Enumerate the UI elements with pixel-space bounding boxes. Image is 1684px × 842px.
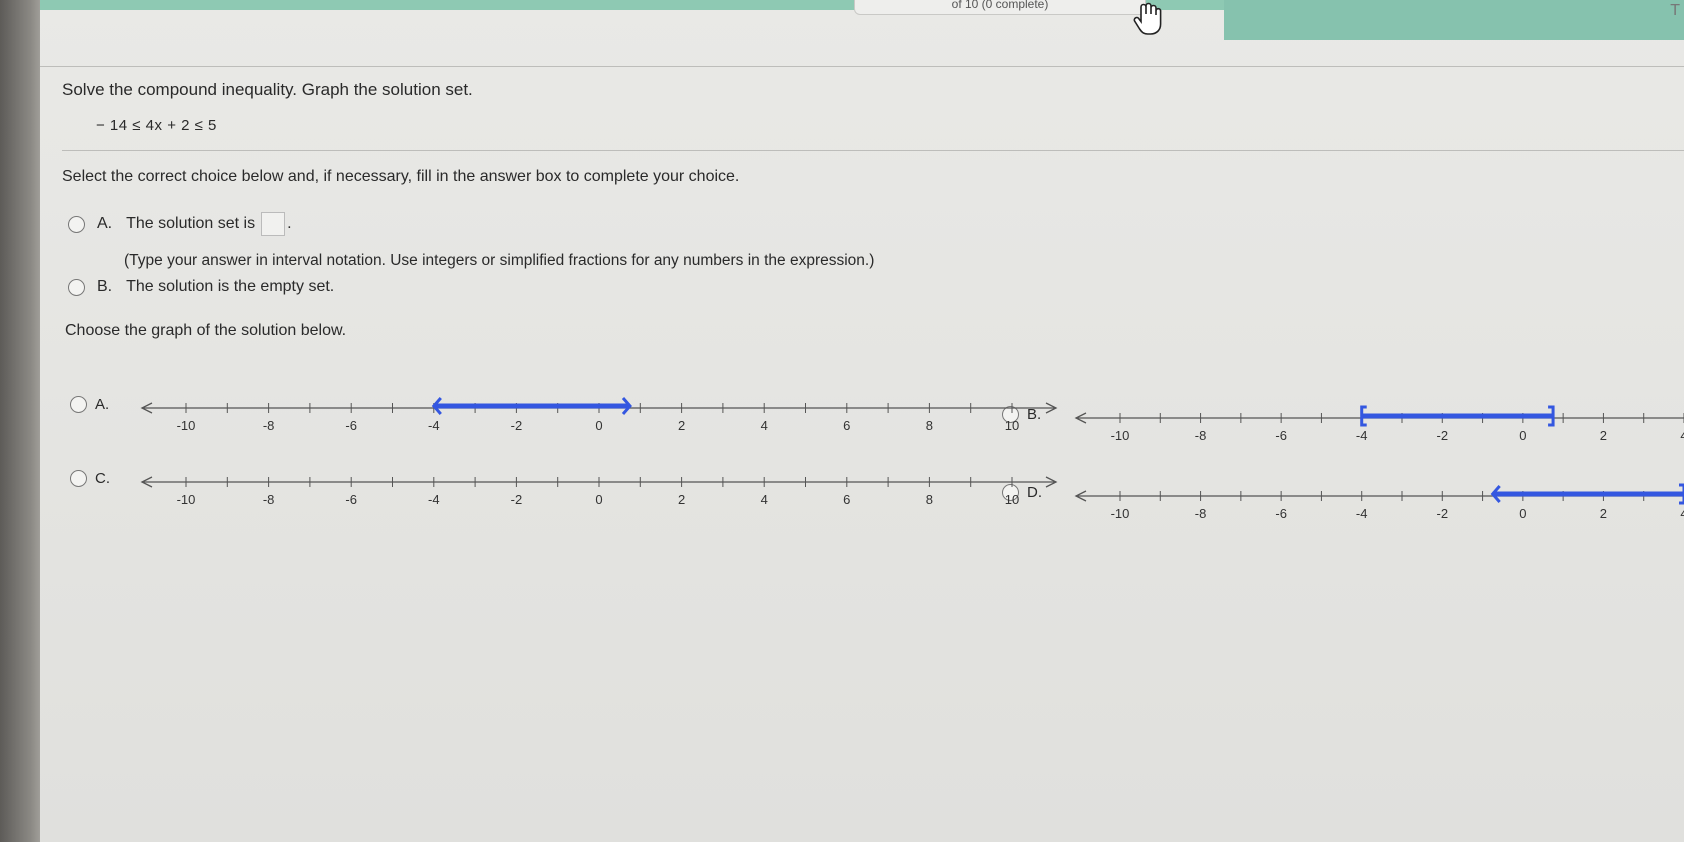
choice-a-text: The solution set is: [126, 215, 256, 232]
tick-label: -2: [1437, 506, 1449, 521]
tick-label: 4: [1680, 506, 1684, 521]
tick-label: -6: [1275, 506, 1287, 521]
tick-label: -10: [177, 418, 196, 433]
tick-label: -8: [1195, 428, 1207, 443]
graph-option-c-letter: C.: [95, 470, 110, 487]
tick-label: 0: [595, 418, 602, 433]
tick-label: -6: [1275, 428, 1287, 443]
choice-a-radio[interactable]: [68, 215, 85, 233]
graph-option-c-radio[interactable]: [70, 470, 87, 487]
tick-label: 0: [1519, 428, 1526, 443]
tick-label: 4: [761, 418, 768, 433]
number-line-d: -10 -8 -6 -4 -2 0 2 4: [1074, 483, 1684, 521]
tick-label: -8: [263, 418, 275, 433]
tick-label: -4: [1356, 428, 1368, 443]
tick-label: -10: [1111, 506, 1130, 521]
tick-label: -2: [511, 418, 523, 433]
interval-notation-hint: (Type your answer in interval notation. …: [124, 252, 875, 269]
tick-label: 6: [843, 492, 850, 507]
tick-label: 2: [678, 418, 685, 433]
tick-label: 0: [1519, 506, 1526, 521]
tick-label: -8: [1195, 506, 1207, 521]
number-line-a: -10 -8 -6 -4 -2 0 2 4 6 8 10: [140, 397, 1058, 433]
tick-label: 4: [1680, 428, 1684, 443]
tick-label: 10: [1005, 418, 1019, 433]
tick-label: 8: [926, 418, 933, 433]
question-prompt: Solve the compound inequality. Graph the…: [62, 80, 473, 99]
tick-label: -4: [428, 418, 440, 433]
graph-option-a-letter: A.: [95, 396, 110, 413]
app-screen: of 10 (0 complete) T Solve the compound …: [40, 0, 1684, 842]
graph-prompt: Choose the graph of the solution below.: [65, 322, 347, 339]
tick-label: -10: [177, 492, 196, 507]
tick-label: 10: [1005, 492, 1019, 507]
inequality-expression: − 14 ≤ 4x + 2 ≤ 5: [96, 117, 217, 134]
number-line-b: -10 -8 -6 -4 -2 0 2 4: [1074, 405, 1684, 443]
solution-answer-box[interactable]: [261, 212, 286, 236]
instruction-text: Select the correct choice below and, if …: [62, 168, 740, 185]
top-toolbar-right: [1224, 0, 1684, 40]
tick-label: 6: [843, 418, 850, 433]
choice-b[interactable]: B. The solution is the empty set.: [68, 278, 334, 296]
tick-label: -2: [1437, 428, 1449, 443]
tick-label: 2: [1600, 506, 1607, 521]
hand-cursor-icon: [1133, 2, 1162, 35]
choice-b-text: The solution is the empty set.: [126, 278, 335, 295]
tick-label: -6: [345, 492, 357, 507]
monitor-bezel: [0, 0, 44, 842]
choice-a[interactable]: A. The solution set is .: [68, 212, 292, 236]
tick-label: -6: [345, 418, 357, 433]
divider-question: [62, 150, 1684, 151]
graph-option-a-radio[interactable]: [70, 396, 87, 413]
graph-option-d-letter: D.: [1027, 484, 1042, 501]
corner-mark: T: [1670, 2, 1680, 19]
graph-option-a[interactable]: A.: [70, 396, 109, 413]
tick-label: 8: [926, 492, 933, 507]
tick-label: -10: [1111, 428, 1130, 443]
choice-a-letter: A.: [97, 215, 113, 232]
tick-label: -4: [1356, 506, 1368, 521]
choice-b-letter: B.: [97, 278, 113, 295]
graph-option-c[interactable]: C.: [70, 470, 110, 487]
divider-top: [40, 66, 1684, 67]
choice-b-radio[interactable]: [68, 278, 85, 296]
question-status-text: of 10 (0 complete): [951, 0, 1049, 11]
number-line-c: -10 -8 -6 -4 -2 0 2 4 6 8 10: [140, 476, 1058, 507]
question-status-dropdown[interactable]: of 10 (0 complete): [854, 0, 1146, 15]
tick-label: -4: [428, 492, 440, 507]
tick-label: 4: [761, 492, 768, 507]
tick-label: 2: [678, 492, 685, 507]
tick-label: -8: [263, 492, 275, 507]
tick-label: 2: [1600, 428, 1607, 443]
choice-a-period: .: [287, 215, 292, 232]
tick-label: 0: [595, 492, 602, 507]
tick-label: -2: [511, 492, 523, 507]
